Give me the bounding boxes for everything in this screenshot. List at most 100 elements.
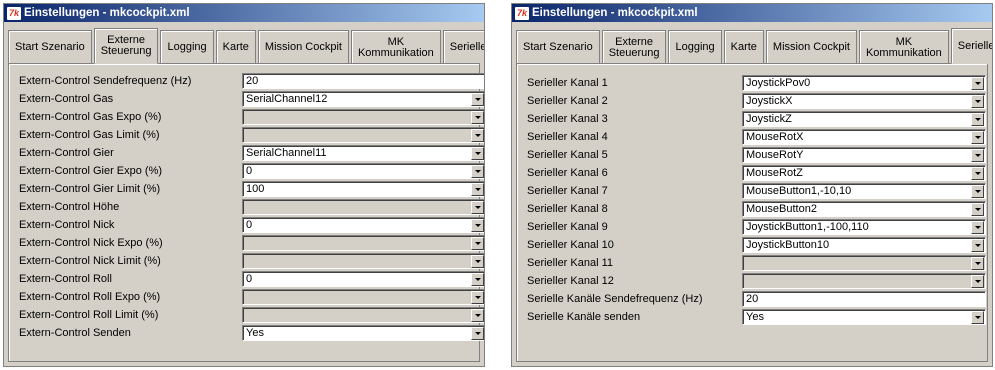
dropdown-value[interactable]: MouseRotX bbox=[742, 129, 986, 145]
dropdown-value[interactable]: MouseButton1,-10,10 bbox=[742, 183, 986, 199]
setting-dropdown[interactable] bbox=[242, 199, 484, 216]
tab-start-szenario[interactable]: Start Szenario bbox=[8, 30, 92, 64]
tab-karte[interactable]: Karte bbox=[723, 30, 764, 64]
dropdown-value[interactable]: JoystickButton1,-100,110 bbox=[742, 219, 986, 235]
setting-dropdown[interactable]: JoystickX bbox=[742, 93, 986, 110]
dropdown-value[interactable] bbox=[242, 253, 484, 269]
dropdown-button[interactable] bbox=[971, 239, 984, 252]
dropdown-value[interactable]: JoystickPov0 bbox=[742, 75, 986, 91]
tab-logging[interactable]: Logging bbox=[160, 30, 214, 64]
dropdown-value[interactable]: JoystickZ bbox=[742, 111, 986, 127]
dropdown-button[interactable] bbox=[971, 149, 984, 162]
setting-dropdown[interactable] bbox=[242, 253, 484, 270]
dropdown-value[interactable]: MouseRotZ bbox=[742, 165, 986, 181]
dropdown-value[interactable] bbox=[242, 199, 484, 215]
dropdown-button[interactable] bbox=[471, 309, 484, 322]
dropdown-value[interactable] bbox=[242, 235, 484, 251]
dropdown-value[interactable] bbox=[742, 255, 986, 271]
dropdown-button[interactable] bbox=[971, 257, 984, 270]
dropdown-button[interactable] bbox=[471, 219, 484, 232]
dropdown-button[interactable] bbox=[971, 203, 984, 216]
setting-dropdown[interactable] bbox=[242, 307, 484, 324]
dropdown-button[interactable] bbox=[471, 129, 484, 142]
tab-serielle-kanaele[interactable]: Serielle Kanäle bbox=[442, 30, 484, 64]
dropdown-value[interactable]: SerialChannel11 bbox=[242, 145, 484, 161]
dropdown-button[interactable] bbox=[971, 95, 984, 108]
dropdown-button[interactable] bbox=[971, 77, 984, 90]
dropdown-button[interactable] bbox=[471, 255, 484, 268]
tab-mk-kommunikation[interactable]: MK Kommunikation bbox=[858, 30, 949, 64]
setting-dropdown[interactable]: MouseRotY bbox=[742, 147, 986, 164]
dropdown-button[interactable] bbox=[471, 327, 484, 340]
dropdown-button[interactable] bbox=[471, 273, 484, 286]
dropdown-value[interactable] bbox=[742, 273, 986, 289]
dropdown-button[interactable] bbox=[971, 167, 984, 180]
dropdown-value[interactable] bbox=[242, 307, 484, 323]
dropdown-value[interactable]: MouseRotY bbox=[742, 147, 986, 163]
setting-dropdown[interactable]: SerialChannel12 bbox=[242, 91, 484, 108]
dropdown-value[interactable] bbox=[242, 127, 484, 143]
dropdown-value[interactable]: SerialChannel12 bbox=[242, 91, 484, 107]
dropdown-button[interactable] bbox=[971, 131, 984, 144]
setting-dropdown[interactable] bbox=[242, 289, 484, 306]
tab-mk-kommunikation[interactable]: MK Kommunikation bbox=[350, 30, 441, 64]
tab-karte[interactable]: Karte bbox=[215, 30, 256, 64]
setting-dropdown[interactable]: JoystickPov0 bbox=[742, 75, 986, 92]
setting-dropdown[interactable]: JoystickButton1,-100,110 bbox=[742, 219, 986, 236]
title-bar[interactable]: 7k Einstellungen - mkcockpit.xml bbox=[4, 4, 484, 22]
tab-start-szenario[interactable]: Start Szenario bbox=[516, 30, 600, 64]
dropdown-button[interactable] bbox=[471, 237, 484, 250]
dropdown-value[interactable]: Yes bbox=[742, 309, 986, 325]
setting-dropdown[interactable]: 100 bbox=[242, 181, 484, 198]
setting-dropdown[interactable]: JoystickButton10 bbox=[742, 237, 986, 254]
setting-dropdown[interactable] bbox=[242, 127, 484, 144]
setting-text-field[interactable]: 20 bbox=[242, 73, 484, 89]
dropdown-button[interactable] bbox=[471, 201, 484, 214]
setting-dropdown[interactable]: MouseRotZ bbox=[742, 165, 986, 182]
setting-dropdown[interactable]: 0 bbox=[242, 217, 484, 234]
setting-dropdown[interactable] bbox=[742, 255, 986, 272]
tab-externe-steuerung[interactable]: Externe Steuerung bbox=[93, 28, 159, 64]
dropdown-value[interactable]: 0 bbox=[242, 163, 484, 179]
dropdown-value[interactable]: Yes bbox=[242, 325, 484, 341]
dropdown-button[interactable] bbox=[971, 185, 984, 198]
dropdown-button[interactable] bbox=[471, 291, 484, 304]
dropdown-button[interactable] bbox=[471, 111, 484, 124]
setting-text-field[interactable]: 20 bbox=[742, 291, 986, 307]
dropdown-value[interactable]: MouseButton2 bbox=[742, 201, 986, 217]
setting-dropdown[interactable] bbox=[742, 273, 986, 290]
dropdown-value[interactable]: 0 bbox=[242, 271, 484, 287]
dropdown-value[interactable]: JoystickButton10 bbox=[742, 237, 986, 253]
setting-dropdown[interactable]: MouseRotX bbox=[742, 129, 986, 146]
setting-dropdown[interactable]: SerialChannel11 bbox=[242, 145, 484, 162]
chevron-down-icon bbox=[474, 188, 481, 191]
dropdown-button[interactable] bbox=[971, 221, 984, 234]
setting-dropdown[interactable]: Yes bbox=[742, 309, 986, 326]
setting-dropdown[interactable]: 0 bbox=[242, 271, 484, 288]
tab-mission-cockpit[interactable]: Mission Cockpit bbox=[765, 30, 857, 64]
setting-dropdown[interactable]: 0 bbox=[242, 163, 484, 180]
dropdown-button[interactable] bbox=[471, 93, 484, 106]
dropdown-value[interactable]: 0 bbox=[242, 217, 484, 233]
dropdown-value[interactable]: 100 bbox=[242, 181, 484, 197]
dropdown-button[interactable] bbox=[971, 113, 984, 126]
dropdown-value[interactable] bbox=[242, 289, 484, 305]
tab-serielle-kanaele[interactable]: Serielle Kanäle bbox=[950, 28, 992, 64]
setting-dropdown[interactable] bbox=[242, 235, 484, 252]
setting-dropdown[interactable]: JoystickZ bbox=[742, 111, 986, 128]
setting-dropdown[interactable]: MouseButton2 bbox=[742, 201, 986, 218]
dropdown-value[interactable] bbox=[242, 109, 484, 125]
title-bar[interactable]: 7k Einstellungen - mkcockpit.xml bbox=[512, 4, 992, 22]
dropdown-button[interactable] bbox=[471, 183, 484, 196]
setting-dropdown[interactable]: Yes bbox=[242, 325, 484, 342]
tab-externe-steuerung[interactable]: Externe Steuerung bbox=[601, 30, 667, 64]
dropdown-value[interactable]: JoystickX bbox=[742, 93, 986, 109]
dropdown-button[interactable] bbox=[971, 311, 984, 324]
tab-mission-cockpit[interactable]: Mission Cockpit bbox=[257, 30, 349, 64]
setting-dropdown[interactable] bbox=[242, 109, 484, 126]
tab-logging[interactable]: Logging bbox=[668, 30, 722, 64]
dropdown-button[interactable] bbox=[471, 165, 484, 178]
setting-dropdown[interactable]: MouseButton1,-10,10 bbox=[742, 183, 986, 200]
dropdown-button[interactable] bbox=[971, 275, 984, 288]
dropdown-button[interactable] bbox=[471, 147, 484, 160]
